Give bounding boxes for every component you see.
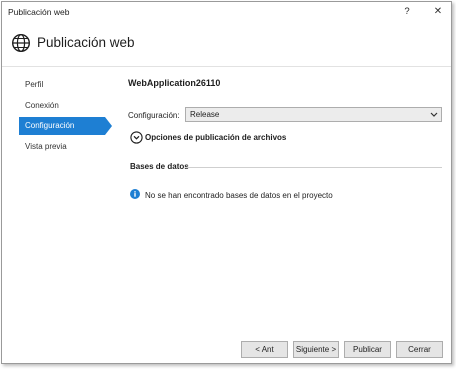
section-divider xyxy=(186,167,442,168)
file-publish-options-label: Opciones de publicación de archivos xyxy=(145,133,287,142)
help-button[interactable]: ? xyxy=(400,5,414,19)
nav-item-configuracion[interactable]: Configuración xyxy=(19,117,112,135)
project-name: WebApplication26110 xyxy=(128,78,221,88)
header-title: Publicación web xyxy=(37,35,135,50)
window-title: Publicación web xyxy=(8,7,70,17)
dialog-header: Publicación web xyxy=(2,23,451,67)
nav-item-perfil[interactable]: Perfil xyxy=(19,76,105,94)
back-button[interactable]: < Ant xyxy=(241,341,288,358)
no-databases-message: No se han encontrado bases de datos en e… xyxy=(145,191,333,200)
publish-button[interactable]: Publicar xyxy=(344,341,391,358)
configuration-label: Configuración: xyxy=(128,111,180,120)
chevron-down-icon xyxy=(430,112,438,117)
configuration-select[interactable]: Release xyxy=(185,107,442,122)
nav-item-vista-previa[interactable]: Vista previa xyxy=(19,138,105,156)
title-bar: Publicación web ? ✕ xyxy=(2,2,451,22)
databases-section-title: Bases de datos xyxy=(130,162,189,171)
publish-dialog: Publicación web ? ✕ Publicación web Perf… xyxy=(1,1,452,364)
expand-chevron-icon xyxy=(130,131,143,144)
close-button[interactable]: Cerrar xyxy=(396,341,443,358)
next-button[interactable]: Siguiente > xyxy=(293,341,339,358)
wizard-nav: Perfil Conexión Configuración Vista prev… xyxy=(19,76,112,158)
globe-icon xyxy=(11,33,31,53)
info-icon xyxy=(130,189,140,199)
configuration-value: Release xyxy=(190,110,220,119)
close-window-button[interactable]: ✕ xyxy=(430,5,446,19)
nav-item-conexion[interactable]: Conexión xyxy=(19,97,105,115)
